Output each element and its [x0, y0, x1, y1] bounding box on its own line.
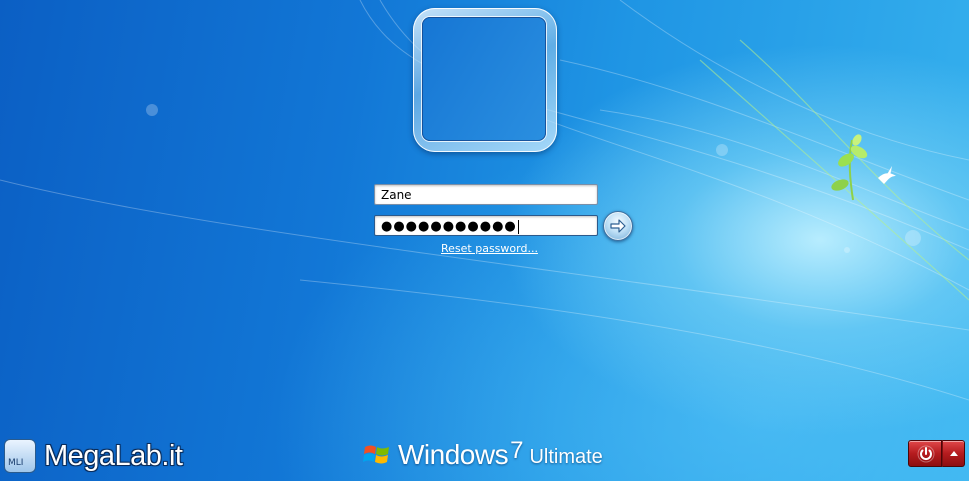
os-edition: Ultimate	[529, 445, 603, 468]
password-field[interactable]: ●●●●●●●●●●●	[374, 215, 598, 236]
shutdown-options-button[interactable]	[942, 440, 965, 467]
chevron-up-icon	[950, 451, 958, 456]
password-mask: ●●●●●●●●●●●	[381, 219, 517, 234]
windows-branding: Windows 7 Ultimate	[362, 437, 603, 473]
power-icon	[917, 445, 935, 463]
bird-decoration	[878, 166, 896, 184]
submit-login-button[interactable]	[603, 211, 633, 241]
os-version: 7	[510, 437, 524, 464]
shutdown-button[interactable]	[908, 440, 942, 467]
megalab-wordmark: MegaLab.it	[44, 439, 183, 472]
user-avatar-frame	[413, 8, 557, 152]
username-value: Zane	[381, 188, 412, 202]
text-caret	[517, 219, 519, 234]
windows-flag-icon	[363, 445, 389, 464]
user-avatar	[422, 17, 546, 141]
arrow-right-icon	[610, 219, 626, 233]
mli-badge-text: MLI	[8, 458, 24, 468]
os-name: Windows	[398, 439, 509, 470]
leaf-sprig-decoration	[831, 134, 868, 201]
reset-password-link[interactable]: Reset password...	[441, 242, 538, 255]
mli-badge: MLI	[4, 439, 36, 473]
megalab-watermark: MLI MegaLab.it	[4, 436, 183, 476]
username-field[interactable]: Zane	[374, 184, 598, 205]
